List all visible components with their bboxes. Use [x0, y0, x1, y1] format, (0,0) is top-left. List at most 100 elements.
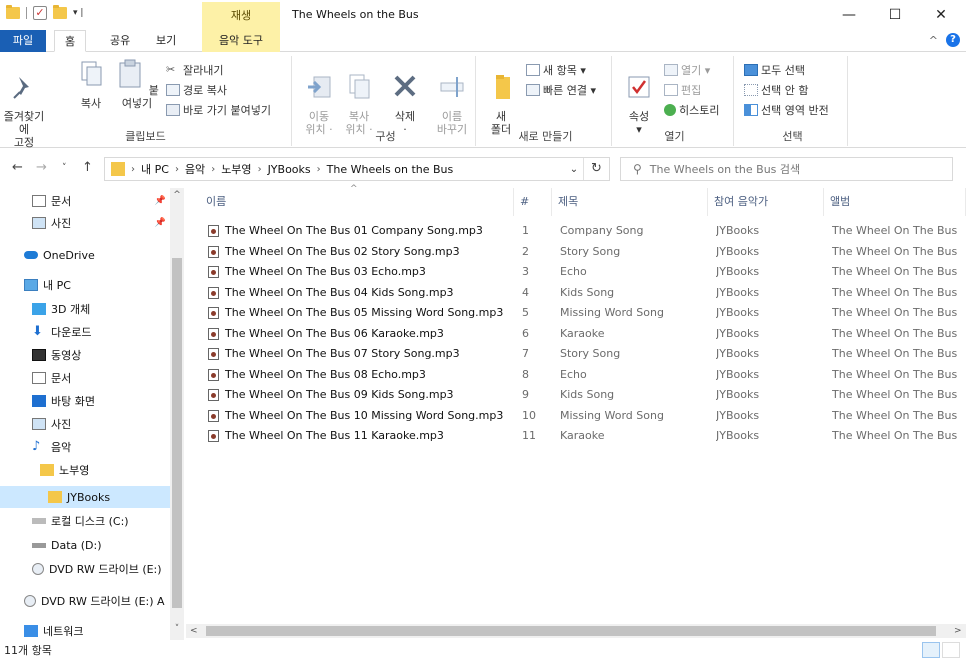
nav-item-dvd-drive-e[interactable]: DVD RW 드라이브 (E:) A	[0, 590, 170, 612]
select-none-button[interactable]: 선택 안 함	[744, 82, 808, 98]
nav-item-nobuyoung[interactable]: 노부영	[0, 459, 170, 481]
paste-shortcut-button[interactable]: 바로 가기 붙여넣기	[166, 102, 271, 118]
nav-item-downloads[interactable]: ⬇ 다운로드	[0, 321, 170, 343]
file-row[interactable]: The Wheel On The Bus 03 Echo.mp3 3 Echo JYB…	[200, 262, 966, 282]
rename-button[interactable]: 이름 바꾸기	[432, 58, 472, 136]
copy-path-button[interactable]: 경로 복사	[166, 82, 227, 98]
edit-button[interactable]: 편집	[664, 82, 701, 98]
move-to-button[interactable]: 이동 위치 ·	[302, 58, 336, 136]
tab-file[interactable]: 파일	[0, 30, 46, 52]
back-arrow-icon[interactable]: ←	[12, 160, 23, 175]
nav-item-3d-objects[interactable]: 3D 개체	[0, 298, 170, 320]
forward-arrow-icon[interactable]: →	[36, 160, 47, 175]
maximize-button[interactable]: ☐	[872, 0, 918, 30]
nav-item-dvd-drive[interactable]: DVD RW 드라이브 (E:)	[0, 558, 170, 580]
copy-to-button[interactable]: 복사 위치 ·	[342, 58, 376, 136]
address-bar[interactable]: › 내 PC › 음악 › 노부영 › JYBooks › The Wheels…	[104, 157, 610, 181]
file-row[interactable]: The Wheel On The Bus 05 Missing Word Son…	[200, 303, 966, 323]
scroll-down-icon[interactable]: ˅	[170, 624, 184, 634]
breadcrumb-item[interactable]: The Wheels on the Bus	[327, 163, 454, 176]
tab-music-tools[interactable]: 음악 도구	[202, 30, 280, 52]
properties-check-icon[interactable]: ✓	[33, 6, 47, 20]
paste-button[interactable]: 붙여넣기	[114, 58, 160, 110]
chevron-right-icon[interactable]: ›	[175, 164, 179, 175]
tab-share[interactable]: 공유	[100, 30, 140, 52]
up-arrow-icon[interactable]: ↑	[82, 160, 93, 175]
search-box[interactable]: ⚲ The Wheels on the Bus 검색	[620, 157, 953, 181]
nav-scrollbar[interactable]: ^ ˅	[170, 188, 184, 640]
cut-button[interactable]: ✂ 잘라내기	[166, 62, 223, 78]
new-folder-icon[interactable]	[53, 5, 67, 19]
column-header-title[interactable]: 제목	[552, 188, 708, 216]
file-row[interactable]: The Wheel On The Bus 09 Kids Song.mp3 9 Ki…	[200, 385, 966, 405]
invert-selection-button[interactable]: 선택 영역 반전	[744, 102, 829, 118]
nav-item-documents-pinned[interactable]: 문서 📌	[0, 190, 170, 212]
details-view-icon[interactable]	[922, 642, 940, 658]
breadcrumb-item[interactable]: 노부영	[221, 161, 251, 177]
help-icon[interactable]: ?	[946, 33, 960, 47]
nav-item-label: 3D 개체	[51, 303, 91, 316]
new-folder-button[interactable]: 새 폴더	[488, 58, 514, 136]
horizontal-scrollbar[interactable]: < >	[186, 624, 966, 638]
recent-locations-chevron-icon[interactable]: ˅	[62, 163, 67, 173]
breadcrumb-item[interactable]: 음악	[185, 161, 205, 177]
nav-item-desktop[interactable]: 바탕 화면	[0, 390, 170, 412]
breadcrumb-item[interactable]: 내 PC	[141, 161, 169, 177]
chevron-right-icon[interactable]: ›	[131, 164, 135, 175]
collapse-ribbon-button[interactable]: ^	[929, 34, 938, 47]
nav-item-documents[interactable]: 문서	[0, 367, 170, 389]
file-row[interactable]: The Wheel On The Bus 07 Story Song.mp3 7 S…	[200, 344, 966, 364]
pin-icon[interactable]: 📌	[155, 218, 166, 228]
column-header-album[interactable]: 앨범	[824, 188, 966, 216]
nav-item-jybooks[interactable]: JYBooks	[0, 486, 170, 508]
nav-item-this-pc[interactable]: 내 PC	[0, 274, 170, 296]
delete-button[interactable]: 삭제 ·	[388, 58, 422, 136]
history-button[interactable]: 히스토리	[664, 102, 719, 118]
open-button[interactable]: 열기 ▾	[664, 62, 710, 78]
nav-item-local-disk-c[interactable]: 로컬 디스크 (C:)	[0, 510, 170, 532]
easy-access-button[interactable]: 빠른 연결 ▾	[526, 82, 596, 98]
nav-item-pictures-pinned[interactable]: 사진 📌	[0, 212, 170, 234]
file-name-cell: The Wheel On The Bus 07 Story Song.mp3	[208, 344, 514, 364]
minimize-button[interactable]: —	[826, 0, 872, 30]
column-header-number[interactable]: #	[514, 188, 552, 216]
scrollbar-thumb[interactable]	[206, 626, 936, 636]
qat-dropdown-icon[interactable]: ▾ |	[73, 8, 83, 18]
scrollbar-thumb[interactable]	[172, 258, 182, 608]
column-header-artist[interactable]: 참여 음악가	[708, 188, 824, 216]
close-button[interactable]: ✕	[918, 0, 964, 30]
nav-item-pictures[interactable]: 사진	[0, 413, 170, 435]
nav-item-label: DVD RW 드라이브 (E:) A	[41, 595, 165, 608]
refresh-icon[interactable]: ↻	[583, 158, 609, 180]
nav-item-videos[interactable]: 동영상	[0, 344, 170, 366]
scroll-left-icon[interactable]: <	[190, 624, 198, 638]
nav-item-music[interactable]: ♪ 음악	[0, 436, 170, 458]
file-row[interactable]: The Wheel On The Bus 08 Echo.mp3 8 Echo JYB…	[200, 365, 966, 385]
tab-home[interactable]: 홈	[54, 30, 87, 52]
column-header-name[interactable]: 이름	[200, 188, 514, 216]
file-row[interactable]: The Wheel On The Bus 06 Karaoke.mp3 6 Kara…	[200, 324, 966, 344]
nav-item-data-d[interactable]: Data (D:)	[0, 534, 170, 556]
chevron-right-icon[interactable]: ›	[258, 164, 262, 175]
navigation-pane: 문서 📌 사진 📌 OneDrive 내 PC 3D 개체 ⬇ 다운로드 동영상…	[0, 188, 186, 640]
chevron-right-icon[interactable]: ›	[317, 164, 321, 175]
tab-view[interactable]: 보기	[146, 30, 186, 52]
address-dropdown-icon[interactable]: ⌄	[565, 164, 583, 175]
pin-icon[interactable]: 📌	[155, 196, 166, 206]
properties-button[interactable]: 속성 ▾	[624, 58, 654, 136]
nav-item-onedrive[interactable]: OneDrive	[0, 244, 170, 266]
scroll-up-icon[interactable]: ^	[170, 190, 184, 200]
file-row[interactable]: The Wheel On The Bus 02 Story Song.mp3 2 S…	[200, 242, 966, 262]
select-all-button[interactable]: 모두 선택	[744, 62, 805, 78]
chevron-right-icon[interactable]: ›	[211, 164, 215, 175]
file-row[interactable]: The Wheel On The Bus 11 Karaoke.mp3 11 Kar…	[200, 426, 966, 446]
file-row[interactable]: The Wheel On The Bus 01 Company Song.mp3…	[200, 221, 966, 241]
scroll-right-icon[interactable]: >	[954, 624, 962, 638]
copy-button[interactable]: 복사	[76, 58, 106, 110]
breadcrumb-item[interactable]: JYBooks	[268, 163, 311, 176]
large-icons-view-icon[interactable]	[942, 642, 960, 658]
nav-item-network[interactable]: 네트워크	[0, 620, 170, 642]
file-row[interactable]: The Wheel On The Bus 10 Missing Word Son…	[200, 406, 966, 426]
file-row[interactable]: The Wheel On The Bus 04 Kids Song.mp3 4 Ki…	[200, 283, 966, 303]
new-item-button[interactable]: 새 항목 ▾	[526, 62, 586, 78]
